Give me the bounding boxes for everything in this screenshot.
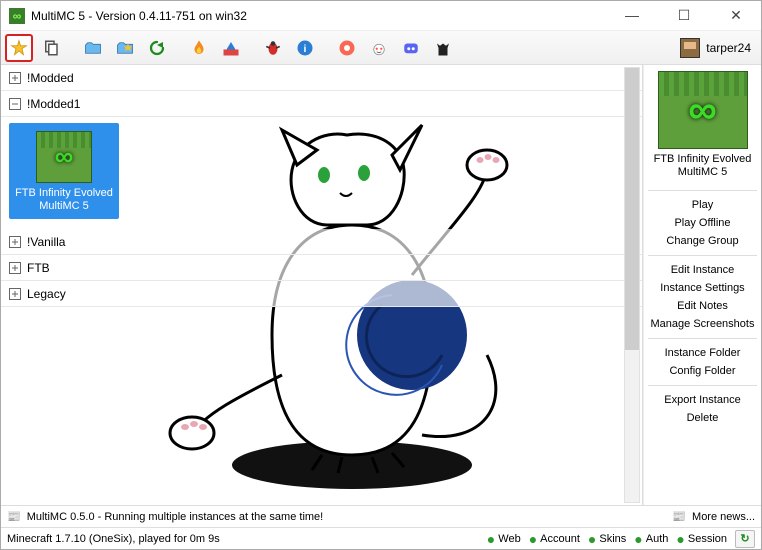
titlebar: ∞ MultiMC 5 - Version 0.4.11-751 on win3…: [1, 1, 761, 31]
scrollbar-thumb[interactable]: [625, 68, 639, 350]
status-bar: Minecraft 1.7.10 (OneSix), played for 0m…: [1, 527, 761, 549]
instance-settings-button[interactable]: Instance Settings: [648, 280, 757, 296]
close-button[interactable]: ✕: [719, 7, 753, 24]
instance-card-selected[interactable]: FTB Infinity Evolved MultiMC 5: [9, 123, 119, 219]
app-icon: ∞: [9, 8, 25, 24]
ok-icon: ●: [634, 531, 642, 547]
collapse-icon: [9, 98, 21, 110]
more-news-link[interactable]: More news...: [692, 511, 755, 523]
group-header[interactable]: !Modded: [1, 65, 642, 91]
toolbar: i tarper24: [1, 31, 761, 65]
group-header[interactable]: !Vanilla: [1, 229, 642, 255]
user-account-button[interactable]: tarper24: [674, 38, 757, 58]
refresh-button[interactable]: [143, 34, 171, 62]
window-title: MultiMC 5 - Version 0.4.11-751 on win32: [31, 9, 615, 23]
selected-instance-icon: [658, 71, 748, 149]
ok-icon: ●: [676, 531, 684, 547]
news-more-icon: 📰: [672, 510, 686, 523]
instance-folder-button[interactable]: Instance Folder: [648, 345, 757, 361]
copy-instance-button[interactable]: [37, 34, 65, 62]
news-text: MultiMC 0.5.0 - Running multiple instanc…: [27, 511, 324, 523]
group-label: Legacy: [27, 287, 66, 301]
mod-folder-button[interactable]: [111, 34, 139, 62]
play-offline-button[interactable]: Play Offline: [648, 215, 757, 231]
open-folder-button[interactable]: [79, 34, 107, 62]
instance-list: !Modded !Modded1 FTB Infinity Evolved Mu…: [1, 65, 643, 505]
svg-text:∞: ∞: [13, 9, 22, 23]
group-header[interactable]: !Modded1: [1, 91, 642, 117]
side-panel: FTB Infinity Evolved MultiMC 5 Play Play…: [643, 65, 761, 505]
instance-label: FTB Infinity Evolved MultiMC 5: [11, 187, 117, 213]
ok-icon: ●: [588, 531, 596, 547]
expand-icon: [9, 72, 21, 84]
news-icon: 📰: [7, 510, 21, 523]
bug-button[interactable]: [259, 34, 287, 62]
flame-button[interactable]: [185, 34, 213, 62]
maximize-button[interactable]: ☐: [667, 7, 701, 24]
manage-screenshots-button[interactable]: Manage Screenshots: [648, 316, 757, 332]
discord-button[interactable]: [397, 34, 425, 62]
status-web: ●Web: [487, 531, 521, 547]
user-name: tarper24: [706, 41, 751, 55]
status-session: ●Session: [676, 531, 727, 547]
new-instance-button[interactable]: [5, 34, 33, 62]
group-label: FTB: [27, 261, 50, 275]
config-folder-button[interactable]: Config Folder: [648, 363, 757, 379]
status-refresh-button[interactable]: ↻: [735, 530, 755, 548]
status-account: ●Account: [529, 531, 580, 547]
config-button[interactable]: [217, 34, 245, 62]
edit-instance-button[interactable]: Edit Instance: [648, 262, 757, 278]
instance-icon: [36, 131, 92, 183]
reddit-button[interactable]: [365, 34, 393, 62]
selected-instance-title: FTB Infinity Evolved MultiMC 5: [648, 151, 757, 184]
change-group-button[interactable]: Change Group: [648, 233, 757, 249]
group-header[interactable]: Legacy: [1, 281, 642, 307]
group-label: !Modded: [27, 71, 74, 85]
status-auth: ●Auth: [634, 531, 668, 547]
expand-icon: [9, 288, 21, 300]
expand-icon: [9, 262, 21, 274]
ok-icon: ●: [529, 531, 537, 547]
play-button[interactable]: Play: [648, 197, 757, 213]
export-instance-button[interactable]: Export Instance: [648, 392, 757, 408]
info-button[interactable]: i: [291, 34, 319, 62]
news-bar: 📰 MultiMC 0.5.0 - Running multiple insta…: [1, 505, 761, 527]
cat-button[interactable]: [429, 34, 457, 62]
svg-text:i: i: [304, 42, 307, 54]
scrollbar[interactable]: [624, 67, 640, 503]
minimize-button[interactable]: —: [615, 7, 649, 24]
group-label: !Vanilla: [27, 235, 65, 249]
status-text: Minecraft 1.7.10 (OneSix), played for 0m…: [7, 533, 220, 545]
group-header[interactable]: FTB: [1, 255, 642, 281]
avatar-icon: [680, 38, 700, 58]
patreon-button[interactable]: [333, 34, 361, 62]
status-skins: ●Skins: [588, 531, 626, 547]
ok-icon: ●: [487, 531, 495, 547]
group-label: !Modded1: [27, 97, 80, 111]
expand-icon: [9, 236, 21, 248]
edit-notes-button[interactable]: Edit Notes: [648, 298, 757, 314]
delete-button[interactable]: Delete: [648, 410, 757, 426]
